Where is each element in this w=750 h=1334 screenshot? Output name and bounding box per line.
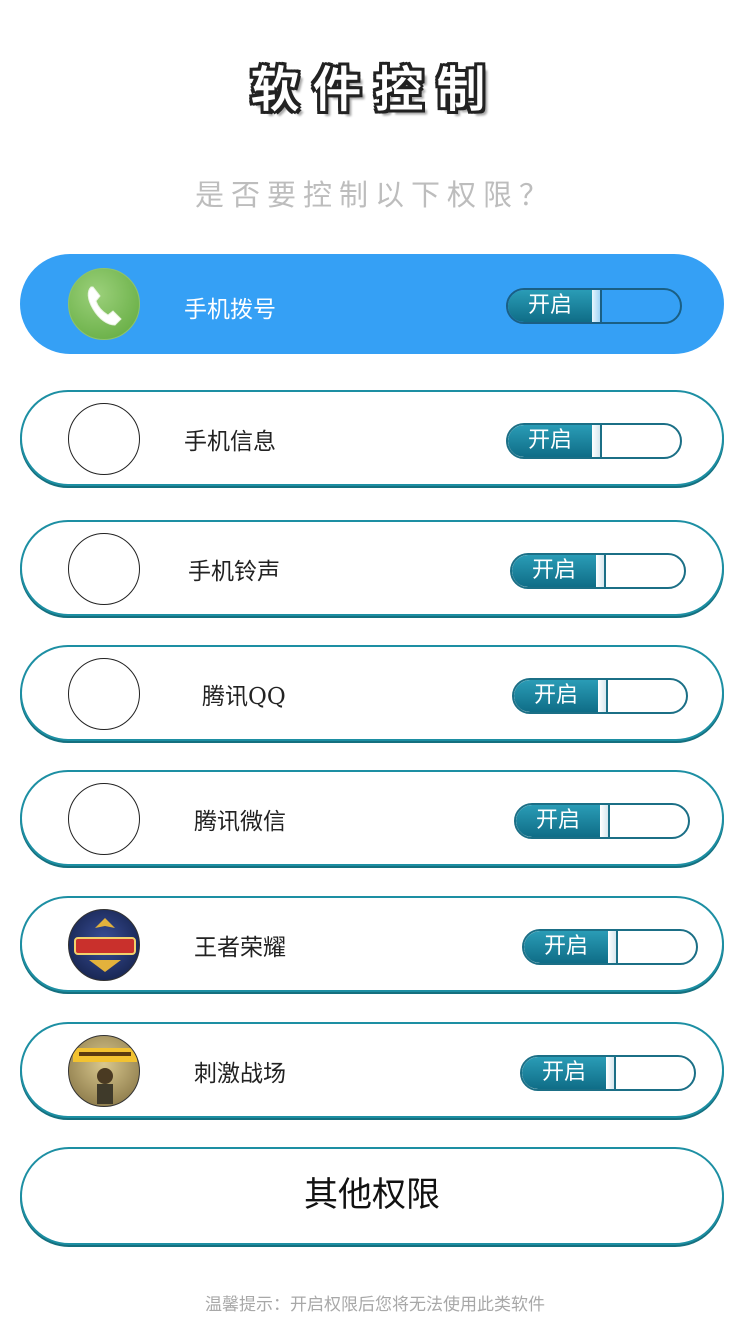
toggle-knob [592, 290, 602, 322]
permission-toggle[interactable]: 开启 [522, 929, 698, 965]
toggle-knob [592, 425, 602, 457]
permission-toggle[interactable]: 开启 [506, 423, 682, 459]
permission-label: 腾讯微信 [194, 809, 286, 835]
toggle-knob [608, 931, 618, 963]
toggle-on-label: 开启 [516, 805, 600, 837]
app-icon-placeholder [68, 403, 140, 475]
permission-row-tencent-qq[interactable]: 腾讯QQ 开启 [20, 645, 724, 741]
permission-row-phone-ringtone[interactable]: 手机铃声 开启 [20, 520, 724, 616]
permission-toggle[interactable]: 开启 [514, 803, 690, 839]
toggle-knob [596, 555, 606, 587]
footer-tip: 温馨提示：开启权限后您将无法使用此类软件 [205, 1295, 545, 1315]
app-icon-placeholder [68, 658, 140, 730]
toggle-on-label: 开启 [514, 680, 598, 712]
app-icon-placeholder [68, 783, 140, 855]
app-icon-placeholder [68, 533, 140, 605]
permission-label: 王者荣耀 [194, 935, 286, 961]
page-title: 软件控制 [250, 62, 499, 118]
phone-icon [68, 268, 140, 340]
permission-toggle[interactable]: 开启 [520, 1055, 696, 1091]
page-subtitle: 是否要控制以下权限？ [194, 178, 555, 212]
toggle-on-label: 开启 [508, 290, 592, 322]
permission-toggle[interactable]: 开启 [512, 678, 688, 714]
permission-row-honor-of-kings[interactable]: 王者荣耀 开启 [20, 896, 724, 992]
permission-label: 刺激战场 [194, 1061, 286, 1087]
toggle-on-label: 开启 [508, 425, 592, 457]
other-permissions-button[interactable]: 其他权限 [20, 1147, 724, 1245]
toggle-on-label: 开启 [522, 1057, 606, 1089]
permission-label: 手机信息 [184, 429, 276, 455]
permission-label: 手机铃声 [188, 559, 280, 585]
permission-row-tencent-wechat[interactable]: 腾讯微信 开启 [20, 770, 724, 866]
toggle-knob [598, 680, 608, 712]
honor-of-kings-logo-icon [68, 909, 140, 981]
toggle-knob [600, 805, 610, 837]
permission-toggle[interactable]: 开启 [510, 553, 686, 589]
permission-row-phone-messages[interactable]: 手机信息 开启 [20, 390, 724, 486]
pubg-logo-icon [68, 1035, 140, 1107]
toggle-on-label: 开启 [512, 555, 596, 587]
toggle-knob [606, 1057, 616, 1089]
toggle-on-label: 开启 [524, 931, 608, 963]
permission-row-phone-dial[interactable]: 手机拨号 开启 [20, 254, 724, 354]
permission-toggle[interactable]: 开启 [506, 288, 682, 324]
permission-label: 手机拨号 [184, 297, 276, 323]
permission-row-pubg-mobile[interactable]: 刺激战场 开启 [20, 1022, 724, 1118]
permission-label: 腾讯QQ [202, 684, 286, 710]
